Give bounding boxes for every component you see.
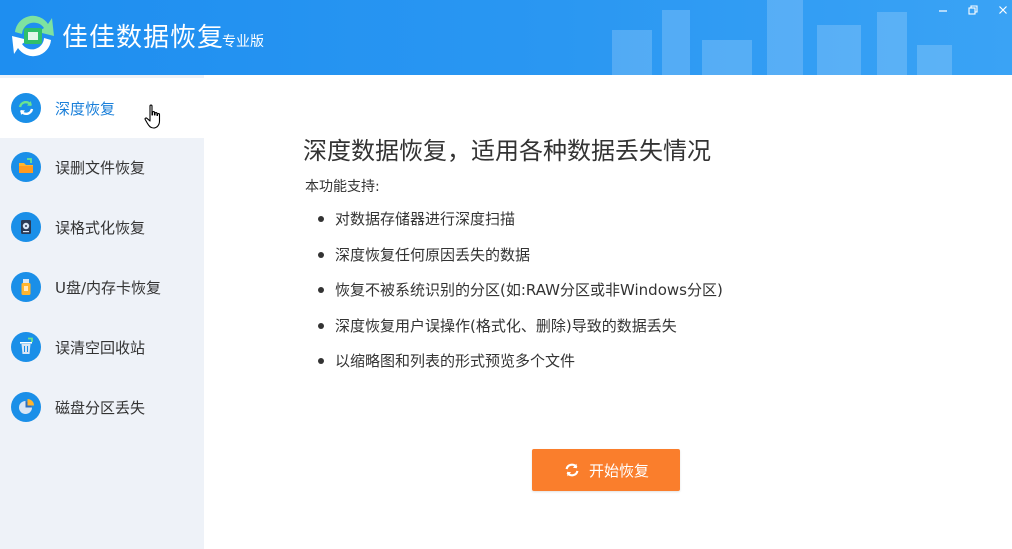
sidebar-item-label: U盘/内存卡恢复 [55,278,162,297]
usb-drive-icon [11,272,41,302]
sidebar-item-deleted-files[interactable]: 误删文件恢复 [0,137,204,197]
sidebar-item-label: 误删文件恢复 [55,158,146,177]
minimize-icon [939,10,947,12]
start-recovery-button[interactable]: 开始恢复 [532,449,680,491]
header-decoration [612,0,952,75]
sidebar-item-format-recovery[interactable]: 误格式化恢复 [0,197,204,257]
maximize-button[interactable] [962,2,984,18]
refresh-icon [11,93,41,123]
pie-chart-icon [11,392,41,422]
sidebar-item-label: 误清空回收站 [55,338,146,357]
app-edition: 专业版 [222,34,264,50]
feature-intro: 本功能支持: [305,179,380,195]
feature-list: 对数据存储器进行深度扫描 深度恢复任何原因丢失的数据 恢复不被系统识别的分区(如… [318,207,723,385]
app-logo-icon [12,15,54,57]
close-button[interactable] [992,2,1012,18]
refresh-icon [563,461,581,479]
page-title: 深度数据恢复，适用各种数据丢失情况 [303,137,711,165]
disk-icon [11,212,41,242]
close-icon [999,6,1007,14]
sidebar-item-recycle-bin[interactable]: 误清空回收站 [0,317,204,377]
sidebar: 深度恢复 误删文件恢复 误格式化恢复 U盘/内存卡恢复 误清空回收站 磁盘分区丢… [0,75,204,549]
sidebar-item-label: 误格式化恢复 [55,218,146,237]
list-item: 对数据存储器进行深度扫描 [318,207,723,243]
sidebar-item-partition-lost[interactable]: 磁盘分区丢失 [0,377,204,437]
title-bar: 佳佳数据恢复 专业版 [0,0,1012,75]
hand-pointer-icon [144,104,161,129]
recycle-bin-icon [11,332,41,362]
sidebar-item-label: 磁盘分区丢失 [55,398,146,417]
sidebar-item-label: 深度恢复 [55,99,116,118]
sidebar-item-usb-card[interactable]: U盘/内存卡恢复 [0,257,204,317]
list-item: 深度恢复任何原因丢失的数据 [318,243,723,279]
start-button-label: 开始恢复 [588,461,649,480]
sidebar-item-deep-recovery[interactable]: 深度恢复 [0,78,204,138]
minimize-button[interactable] [932,2,954,18]
list-item: 深度恢复用户误操作(格式化、删除)导致的数据丢失 [318,314,723,350]
app-title: 佳佳数据恢复 [62,23,225,53]
restore-icon [968,5,978,15]
folder-icon [11,152,41,182]
list-item: 以缩略图和列表的形式预览多个文件 [318,349,723,385]
list-item: 恢复不被系统识别的分区(如:RAW分区或非Windows分区) [318,278,723,314]
